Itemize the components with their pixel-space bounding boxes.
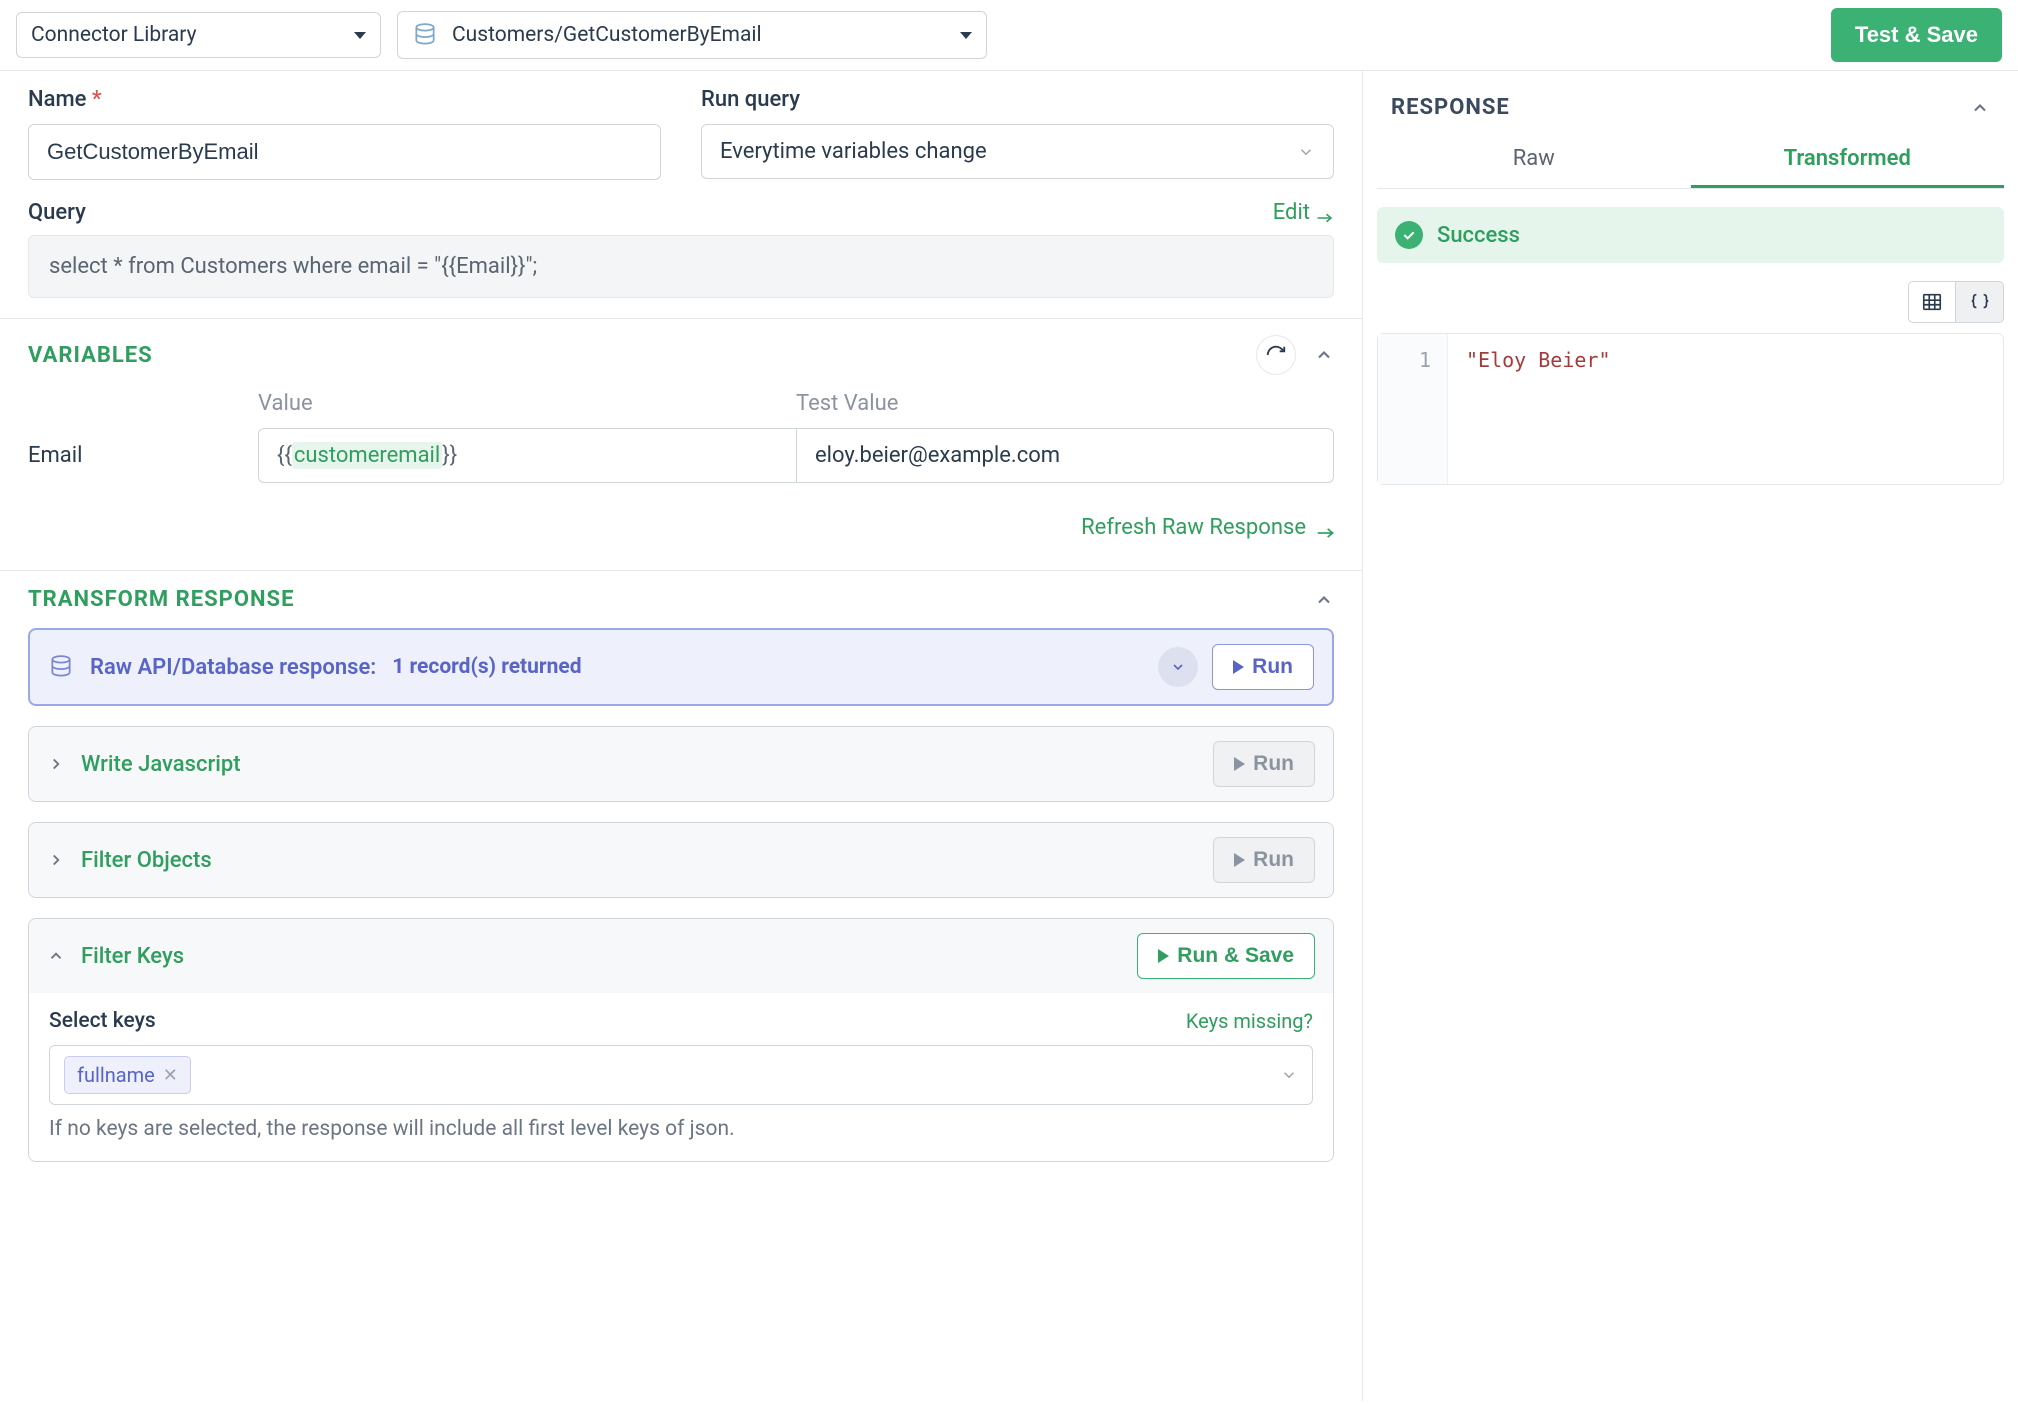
response-pane: RESPONSE Raw Transformed Success 1 "Eloy… [1363, 71, 2018, 1401]
select-keys-label: Select keys [49, 1009, 156, 1033]
chevron-down-icon [960, 32, 972, 39]
chevron-down-icon [1280, 1066, 1298, 1084]
response-code: "Eloy Beier" [1448, 334, 2003, 484]
json-view-toggle[interactable] [1956, 281, 2004, 323]
collapse-transform-icon[interactable] [1314, 590, 1334, 610]
keys-missing-link[interactable]: Keys missing? [1186, 1009, 1313, 1033]
test-save-button[interactable]: Test & Save [1831, 8, 2002, 62]
section-title: TRANSFORM RESPONSE [28, 587, 294, 612]
connector-library-dropdown[interactable]: Connector Library [16, 12, 381, 58]
line-number: 1 [1378, 334, 1448, 484]
dropdown-label: Connector Library [31, 23, 197, 47]
variable-name: Email [28, 428, 258, 483]
run-raw-button[interactable]: Run [1212, 644, 1314, 690]
select-value: Everytime variables change [720, 139, 987, 164]
arrow-right-icon [1316, 521, 1334, 535]
key-tag: fullname ✕ [64, 1056, 191, 1094]
chevron-up-icon[interactable] [47, 947, 65, 965]
run-save-filter-keys-button[interactable]: Run & Save [1137, 933, 1315, 979]
filter-keys-label: Filter Keys [81, 944, 184, 969]
name-input[interactable] [28, 124, 661, 180]
run-filter-objects-button[interactable]: Run [1213, 837, 1315, 883]
top-bar: Connector Library Customers/GetCustomerB… [0, 0, 2018, 71]
query-preview: select * from Customers where email = "{… [28, 235, 1334, 298]
write-javascript-card: Write Javascript Run [28, 726, 1334, 802]
collapse-variables-icon[interactable] [1314, 345, 1334, 365]
run-query-select[interactable]: Everytime variables change [701, 124, 1334, 179]
run-query-label: Run query [701, 87, 1334, 112]
left-pane: Name * Run query Everytime variables cha… [0, 71, 1363, 1401]
variables-testvalue-header: Test Value [796, 391, 1334, 416]
filter-objects-label: Filter Objects [81, 848, 212, 873]
variable-value-input[interactable]: {{customeremail}} [258, 428, 796, 483]
tab-transformed[interactable]: Transformed [1691, 132, 2005, 188]
collapse-response-icon[interactable] [1970, 98, 1990, 118]
success-text: Success [1437, 223, 1520, 248]
table-view-toggle[interactable] [1908, 281, 1956, 323]
write-js-label: Write Javascript [81, 752, 241, 777]
variables-section-header: VARIABLES [0, 318, 1362, 391]
refresh-variables-button[interactable] [1256, 335, 1296, 375]
dropdown-label: Customers/GetCustomerByEmail [452, 23, 762, 47]
raw-response-card: Raw API/Database response: 1 record(s) r… [28, 628, 1334, 706]
record-count: 1 record(s) returned [392, 655, 581, 679]
play-icon [1234, 853, 1245, 867]
variable-row: Email {{customeremail}} eloy.beier@examp… [28, 428, 1334, 483]
filter-keys-card: Filter Keys Run & Save Select keys Keys … [28, 918, 1334, 1162]
section-title: VARIABLES [28, 343, 153, 368]
play-icon [1234, 757, 1245, 771]
variables-value-header: Value [258, 391, 796, 416]
play-icon [1233, 660, 1244, 674]
select-keys-input[interactable]: fullname ✕ [49, 1045, 1313, 1105]
name-label: Name * [28, 87, 661, 112]
response-title: RESPONSE [1391, 95, 1510, 120]
check-circle-icon [1395, 221, 1423, 249]
remove-tag-icon[interactable]: ✕ [163, 1065, 178, 1086]
transform-section-header: TRANSFORM RESPONSE [0, 570, 1362, 628]
refresh-raw-response-link[interactable]: Refresh Raw Response [1081, 515, 1334, 540]
tab-raw[interactable]: Raw [1377, 132, 1691, 188]
edit-query-link[interactable]: Edit [1273, 200, 1334, 225]
path-dropdown[interactable]: Customers/GetCustomerByEmail [397, 11, 987, 59]
response-code-view: 1 "Eloy Beier" [1377, 333, 2004, 485]
filter-objects-card: Filter Objects Run [28, 822, 1334, 898]
run-js-button[interactable]: Run [1213, 741, 1315, 787]
filter-keys-hint: If no keys are selected, the response wi… [49, 1117, 1313, 1141]
raw-response-label: Raw API/Database response: [90, 655, 376, 680]
play-icon [1158, 949, 1169, 963]
chevron-right-icon[interactable] [47, 851, 65, 869]
response-tabs: Raw Transformed [1377, 132, 2004, 189]
database-icon [48, 654, 74, 680]
chevron-right-icon[interactable] [47, 755, 65, 773]
chevron-down-icon [1297, 143, 1315, 161]
expand-raw-dropdown[interactable] [1158, 647, 1198, 687]
chevron-down-icon [354, 32, 366, 39]
success-banner: Success [1377, 207, 2004, 263]
arrow-right-icon [1316, 206, 1334, 220]
query-label: Query [28, 200, 86, 225]
database-icon [412, 22, 438, 48]
variable-testvalue-input[interactable]: eloy.beier@example.com [796, 428, 1334, 483]
